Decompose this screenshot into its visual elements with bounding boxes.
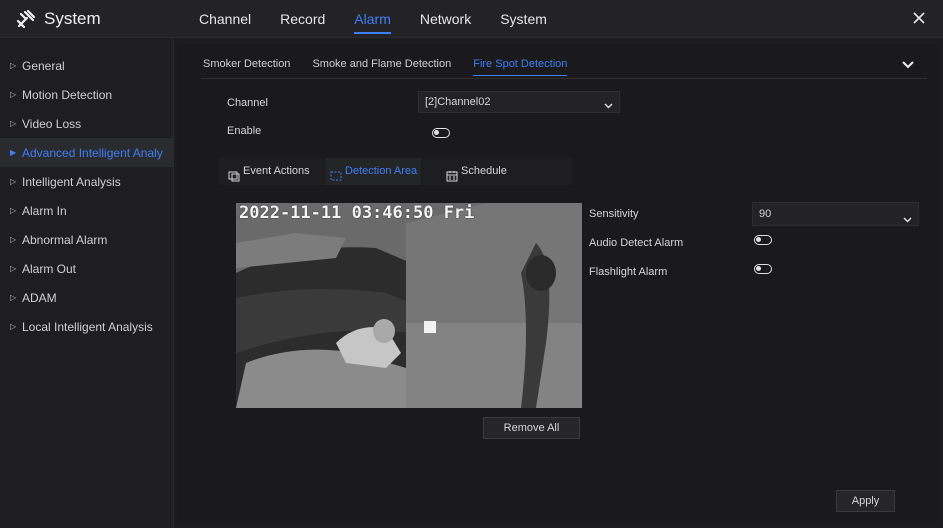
sidebar-item-label: Advanced Intelligent Analy (22, 145, 163, 160)
channel-label: Channel (227, 97, 268, 109)
triangle-right-icon: ▷ (10, 293, 17, 302)
tab-record[interactable]: Record (280, 0, 325, 38)
camera-frame (236, 203, 582, 408)
sidebar-item-alarm-out[interactable]: ▷ Alarm Out (0, 254, 173, 283)
enable-toggle[interactable] (432, 128, 450, 138)
sidebar-item-adam[interactable]: ▷ ADAM (0, 283, 173, 312)
sidebar-item-label: Local Intelligent Analysis (22, 319, 153, 334)
audio-detect-alarm-label: Audio Detect Alarm (589, 237, 684, 249)
triangle-right-icon: ▷ (10, 264, 17, 273)
top-bar: System Channel Record Alarm Network Syst… (0, 0, 943, 38)
calendar-icon (446, 166, 458, 181)
enable-label: Enable (227, 125, 262, 137)
sidebar-item-label: General (22, 58, 65, 73)
triangle-right-icon: ▶ (10, 148, 17, 157)
tab-event-actions[interactable]: Event Actions (224, 158, 314, 185)
triangle-right-icon: ▷ (10, 177, 17, 186)
triangle-right-icon: ▷ (10, 90, 17, 99)
flashlight-alarm-label: Flashlight Alarm (589, 266, 668, 278)
tab-detection-area-label: Detection Area (345, 165, 418, 177)
close-icon[interactable] (909, 8, 929, 28)
sensitivity-value: 90 (759, 208, 772, 220)
tab-event-actions-label: Event Actions (243, 165, 310, 177)
brand: System (16, 8, 101, 30)
top-nav: Channel Record Alarm Network System (199, 0, 576, 38)
app-title: System (44, 9, 101, 28)
triangle-right-icon: ▷ (10, 322, 17, 331)
chevron-down-icon[interactable] (901, 58, 915, 72)
sidebar: ▷ General ▷ Motion Detection ▷ Video Loss ▶… (0, 38, 174, 528)
sidebar-item-label: Alarm In (22, 203, 67, 218)
sub-tabs: Smoker Detection Smoke and Flame Detecti… (203, 58, 589, 76)
mode-tabs: Event Actions Detection Area Schedule (218, 158, 573, 185)
triangle-right-icon: ▷ (10, 61, 17, 70)
sidebar-item-abnormal-alarm[interactable]: ▷ Abnormal Alarm (0, 225, 173, 254)
apply-button[interactable]: Apply (836, 490, 895, 512)
sidebar-item-intelligent-analysis[interactable]: ▷ Intelligent Analysis (0, 167, 173, 196)
tab-channel[interactable]: Channel (199, 0, 251, 38)
sidebar-item-advanced-intelligent-analysis[interactable]: ▶ Advanced Intelligent Analy (0, 138, 173, 167)
tab-network[interactable]: Network (420, 0, 471, 38)
subtab-smoke-flame-detection[interactable]: Smoke and Flame Detection (312, 58, 451, 76)
sidebar-item-alarm-in[interactable]: ▷ Alarm In (0, 196, 173, 225)
subtab-fire-spot-detection[interactable]: Fire Spot Detection (473, 58, 568, 76)
sidebar-item-video-loss[interactable]: ▷ Video Loss (0, 109, 173, 138)
toggle-knob (756, 266, 761, 271)
tab-detection-area[interactable]: Detection Area (326, 158, 422, 185)
sidebar-item-label: ADAM (22, 290, 57, 305)
flashlight-alarm-toggle[interactable] (754, 264, 772, 274)
tab-system[interactable]: System (500, 0, 547, 38)
detection-area-icon (330, 166, 342, 180)
sidebar-item-label: Motion Detection (22, 87, 113, 102)
sensitivity-select[interactable]: 90 (752, 202, 919, 226)
tab-schedule[interactable]: Schedule (440, 158, 513, 185)
sidebar-item-label: Intelligent Analysis (22, 174, 121, 189)
triangle-right-icon: ▷ (10, 206, 17, 215)
audio-detect-alarm-toggle[interactable] (754, 235, 772, 245)
tab-alarm[interactable]: Alarm (354, 0, 391, 38)
sidebar-item-label: Alarm Out (22, 261, 77, 276)
main-panel: Smoker Detection Smoke and Flame Detecti… (177, 44, 937, 522)
sidebar-item-label: Abnormal Alarm (22, 232, 108, 247)
triangle-right-icon: ▷ (10, 119, 17, 128)
sidebar-item-label: Video Loss (22, 116, 82, 131)
chevron-down-icon (604, 97, 613, 109)
subtab-smoker-detection[interactable]: Smoker Detection (203, 58, 290, 76)
toggle-knob (434, 130, 439, 135)
sidebar-item-motion-detection[interactable]: ▷ Motion Detection (0, 80, 173, 109)
sidebar-item-general[interactable]: ▷ General (0, 51, 173, 80)
channel-select-value: [2]Channel02 (425, 96, 491, 108)
tab-schedule-label: Schedule (461, 165, 507, 177)
chevron-down-icon (903, 210, 912, 223)
sensitivity-label: Sensitivity (589, 208, 639, 220)
channel-select[interactable]: [2]Channel02 (418, 91, 620, 113)
video-preview[interactable]: 2022-11-11 03:46:50 Fri (236, 203, 582, 408)
video-timestamp: 2022-11-11 03:46:50 Fri (239, 203, 475, 223)
remove-all-button[interactable]: Remove All (483, 417, 580, 439)
event-actions-icon (228, 166, 240, 181)
divider (201, 78, 927, 79)
triangle-right-icon: ▷ (10, 235, 17, 244)
toggle-knob (756, 237, 761, 242)
tools-icon (16, 9, 36, 29)
sidebar-item-local-intelligent-analysis[interactable]: ▷ Local Intelligent Analysis (0, 312, 173, 341)
